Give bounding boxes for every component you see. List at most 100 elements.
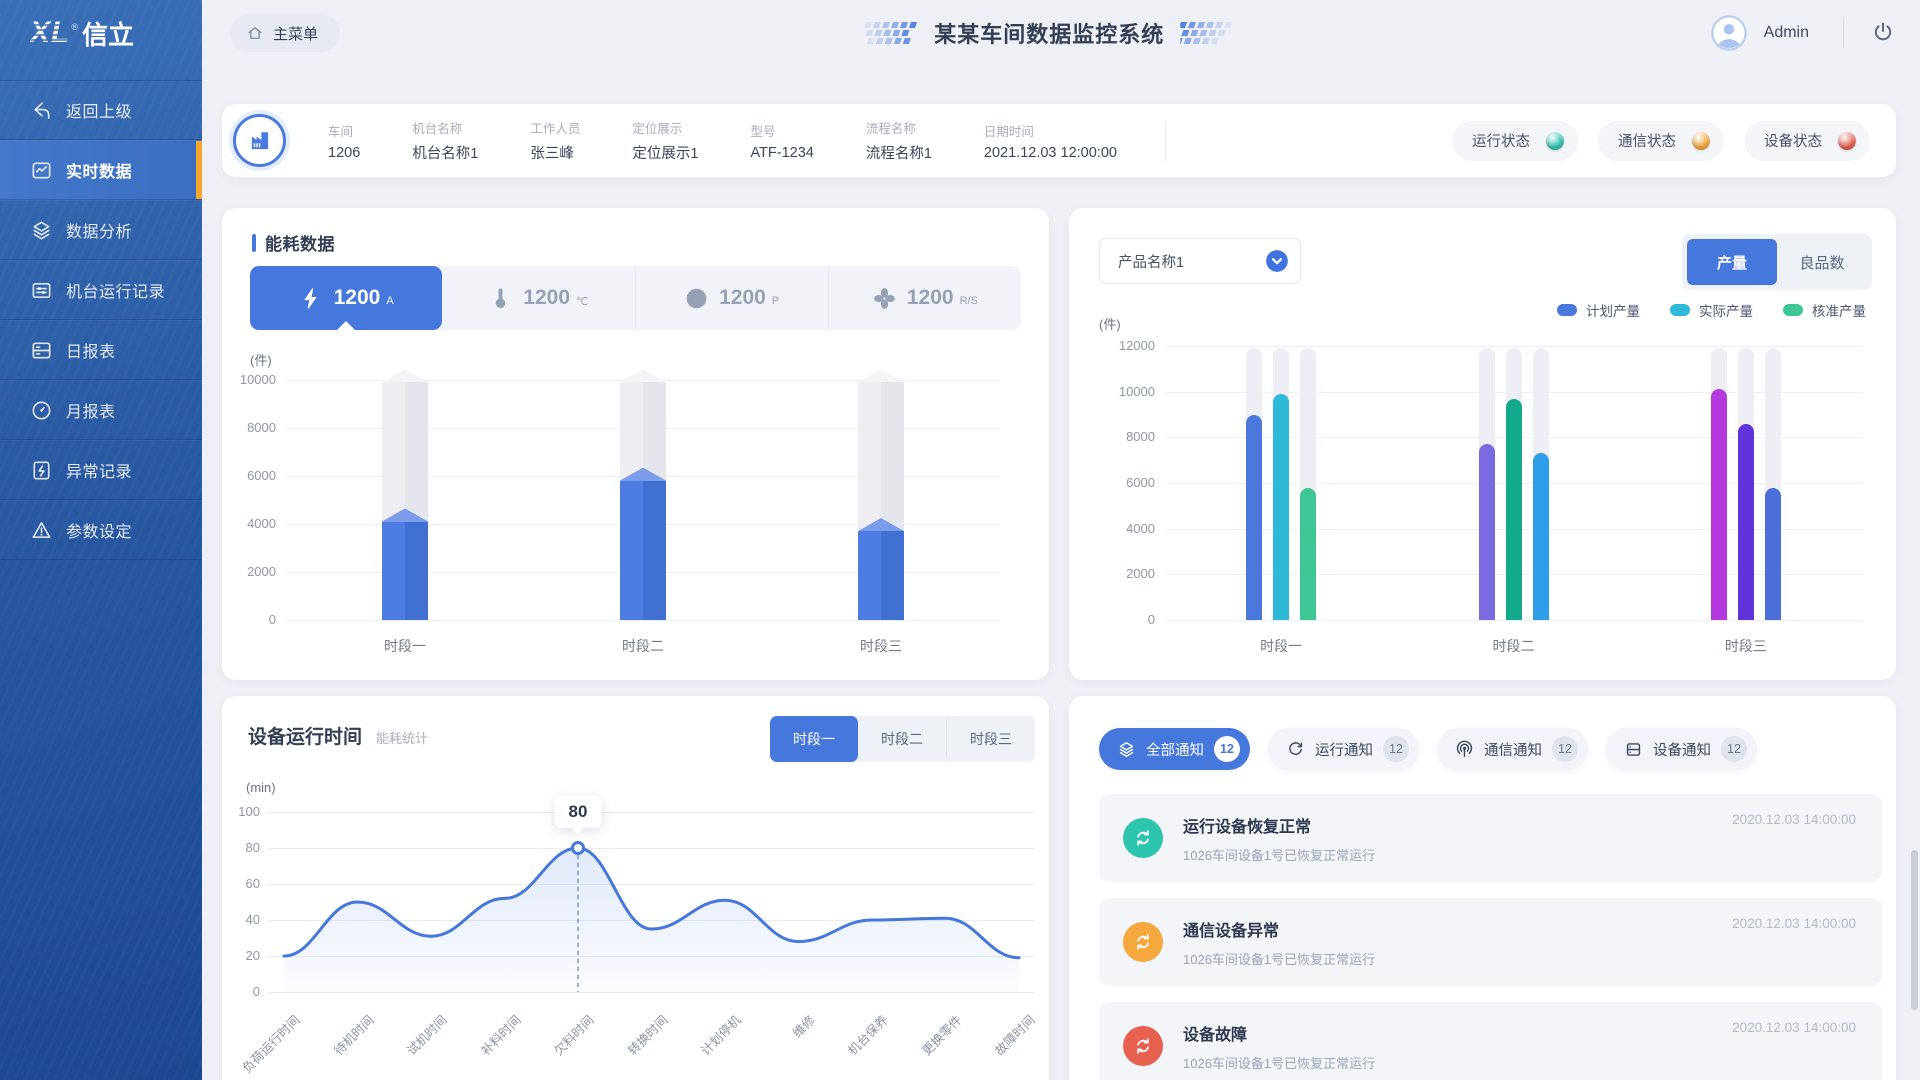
logout-power-button[interactable] bbox=[1870, 20, 1896, 46]
device-status-indicator bbox=[1838, 132, 1856, 150]
title-group: 某某车间数据监控系统 bbox=[854, 0, 1244, 66]
info-field-process: 流程名称 流程名称1 bbox=[866, 118, 932, 163]
tab-device-notifications[interactable]: 设备通知 12 bbox=[1606, 728, 1757, 770]
field-value: 机台名称1 bbox=[412, 142, 478, 163]
notifications-panel: 全部通知 12 运行通知 12 通信通知 12 设备通知 12 运行设备恢复正常… bbox=[1069, 696, 1896, 1080]
tab-all-notifications[interactable]: 全部通知 12 bbox=[1099, 728, 1250, 770]
tab-label: 运行通知 bbox=[1315, 739, 1373, 760]
machine-info-bar: 车间 1206 机台名称 机台名称1 工作人员 张三峰 定位展示 定位展示1 型… bbox=[222, 104, 1896, 177]
tab-label: 全部通知 bbox=[1146, 739, 1204, 760]
status-label: 设备状态 bbox=[1764, 130, 1822, 151]
device-icon bbox=[1624, 740, 1643, 759]
sidebar: XL® 信立 返回上级 实时数据 数据分析 机台运行记录 日报表 月报表 bbox=[0, 0, 202, 1080]
count-badge: 12 bbox=[1721, 736, 1747, 762]
sidebar-item-data-analysis[interactable]: 数据分析 bbox=[0, 200, 202, 260]
sidebar-item-parameter-settings[interactable]: 参数设定 bbox=[0, 500, 202, 560]
bar bbox=[1246, 415, 1262, 621]
count-badge: 12 bbox=[1214, 736, 1240, 762]
field-label: 定位展示 bbox=[632, 118, 698, 137]
x-tick-label: 时段一 bbox=[360, 636, 450, 656]
field-label: 工作人员 bbox=[530, 118, 580, 137]
bar bbox=[858, 518, 904, 620]
field-value: 1206 bbox=[328, 145, 360, 161]
sync-status-icon bbox=[1123, 922, 1163, 962]
sidebar-item-back[interactable]: 返回上级 bbox=[0, 80, 202, 140]
sidebar-item-exception-records[interactable]: 异常记录 bbox=[0, 440, 202, 500]
sidebar-item-label: 月报表 bbox=[66, 398, 116, 422]
production-panel: 产品名称1 产量 良品数 计划产量 实际产量 核准产量 020004000600… bbox=[1069, 208, 1896, 680]
title-pixels-right-icon bbox=[1180, 21, 1244, 45]
info-field-machine-name: 机台名称 机台名称1 bbox=[412, 118, 478, 163]
sidebar-item-machine-records[interactable]: 机台运行记录 bbox=[0, 260, 202, 320]
sidebar-nav: 返回上级 实时数据 数据分析 机台运行记录 日报表 月报表 异常记录 参数设定 bbox=[0, 80, 202, 560]
chart-tooltip: 80 bbox=[555, 796, 602, 828]
gridline bbox=[1165, 620, 1862, 621]
home-icon bbox=[246, 24, 264, 42]
sidebar-item-label: 机台运行记录 bbox=[66, 278, 165, 302]
bar bbox=[1533, 453, 1549, 620]
y-tick-label: 8000 bbox=[224, 420, 276, 435]
info-field-model: 型号 ATF-1234 bbox=[750, 121, 813, 161]
energy-panel: 能耗数据 1200 A 1200 ℃ 1200 P 1200 R/S 02000… bbox=[222, 208, 1049, 680]
scrollbar-thumb[interactable] bbox=[1911, 850, 1918, 1010]
y-tick-label: 0 bbox=[1103, 612, 1155, 627]
y-tick-label: 10000 bbox=[224, 372, 276, 387]
x-tick-label: 时段三 bbox=[836, 636, 926, 656]
notification-item-running-restored[interactable]: 运行设备恢复正常 1026车间设备1号已恢复正常运行 2020.12.03 14… bbox=[1099, 794, 1882, 882]
layers-icon bbox=[1117, 740, 1136, 759]
y-tick-label: 8000 bbox=[1103, 429, 1155, 444]
user-name: Admin bbox=[1764, 24, 1809, 42]
bar bbox=[620, 468, 666, 620]
runtime-line-chart: 020406080100(min) 80负荷运行时间待机时间试机时间补料时间欠料… bbox=[222, 696, 1049, 1080]
sync-status-icon bbox=[1123, 818, 1163, 858]
sidebar-item-realtime-data[interactable]: 实时数据 bbox=[0, 140, 202, 200]
notification-timestamp: 2020.12.03 14:00:00 bbox=[1732, 812, 1856, 827]
broadcast-icon bbox=[1455, 740, 1474, 759]
notification-timestamp: 2020.12.03 14:00:00 bbox=[1732, 1020, 1856, 1035]
logo-name-text: 信立 bbox=[82, 15, 134, 52]
page-title: 某某车间数据监控系统 bbox=[934, 17, 1164, 49]
gridline bbox=[286, 620, 1000, 621]
title-pixels-left-icon bbox=[854, 21, 918, 45]
y-tick-label: 0 bbox=[224, 612, 276, 627]
y-tick-label: 6000 bbox=[1103, 475, 1155, 490]
y-tick-label: 4000 bbox=[1103, 521, 1155, 536]
daily-report-icon bbox=[30, 339, 53, 362]
avatar[interactable] bbox=[1710, 14, 1748, 52]
field-label: 车间 bbox=[328, 121, 360, 140]
field-label: 日期时间 bbox=[984, 121, 1117, 140]
sidebar-item-monthly-report[interactable]: 月报表 bbox=[0, 380, 202, 440]
data-point-marker bbox=[573, 843, 584, 854]
notification-desc: 1026车间设备1号已恢复正常运行 bbox=[1183, 949, 1375, 968]
status-label: 运行状态 bbox=[1472, 130, 1530, 151]
communication-status-indicator bbox=[1692, 132, 1710, 150]
notification-item-device-fault[interactable]: 设备故障 1026车间设备1号已恢复正常运行 2020.12.03 14:00:… bbox=[1099, 1002, 1882, 1080]
realtime-chart-icon bbox=[30, 159, 53, 182]
sidebar-item-label: 异常记录 bbox=[66, 458, 132, 482]
field-value: 流程名称1 bbox=[866, 142, 932, 163]
y-tick-label: 4000 bbox=[224, 516, 276, 531]
main-menu-button[interactable]: 主菜单 bbox=[230, 14, 340, 52]
x-tick-label: 时段二 bbox=[598, 636, 688, 656]
bar bbox=[1738, 424, 1754, 620]
info-field-location: 定位展示 定位展示1 bbox=[632, 118, 698, 163]
notification-body: 设备故障 1026车间设备1号已恢复正常运行 bbox=[1183, 1021, 1375, 1072]
sidebar-item-daily-report[interactable]: 日报表 bbox=[0, 320, 202, 380]
tab-running-notifications[interactable]: 运行通知 12 bbox=[1268, 728, 1419, 770]
sidebar-item-label: 实时数据 bbox=[66, 158, 132, 182]
runtime-panel: 设备运行时间 能耗统计 时段一 时段二 时段三 020406080100(min… bbox=[222, 696, 1049, 1080]
field-value: ATF-1234 bbox=[750, 145, 813, 161]
status-zone: 运行状态 通信状态 设备状态 bbox=[1452, 121, 1870, 161]
notification-item-communication-abnormal[interactable]: 通信设备异常 1026车间设备1号已恢复正常运行 2020.12.03 14:0… bbox=[1099, 898, 1882, 986]
sidebar-item-label: 数据分析 bbox=[66, 218, 132, 242]
notification-title: 设备故障 bbox=[1183, 1021, 1375, 1045]
bar bbox=[1711, 389, 1727, 620]
status-label: 通信状态 bbox=[1618, 130, 1676, 151]
tab-communication-notifications[interactable]: 通信通知 12 bbox=[1437, 728, 1588, 770]
y-tick-label: 12000 bbox=[1103, 338, 1155, 353]
exception-bolt-icon bbox=[30, 459, 53, 482]
registered-mark: ® bbox=[71, 22, 78, 32]
count-badge: 12 bbox=[1383, 736, 1409, 762]
y-tick-label: 10000 bbox=[1103, 384, 1155, 399]
y-tick-label: 2000 bbox=[1103, 566, 1155, 581]
